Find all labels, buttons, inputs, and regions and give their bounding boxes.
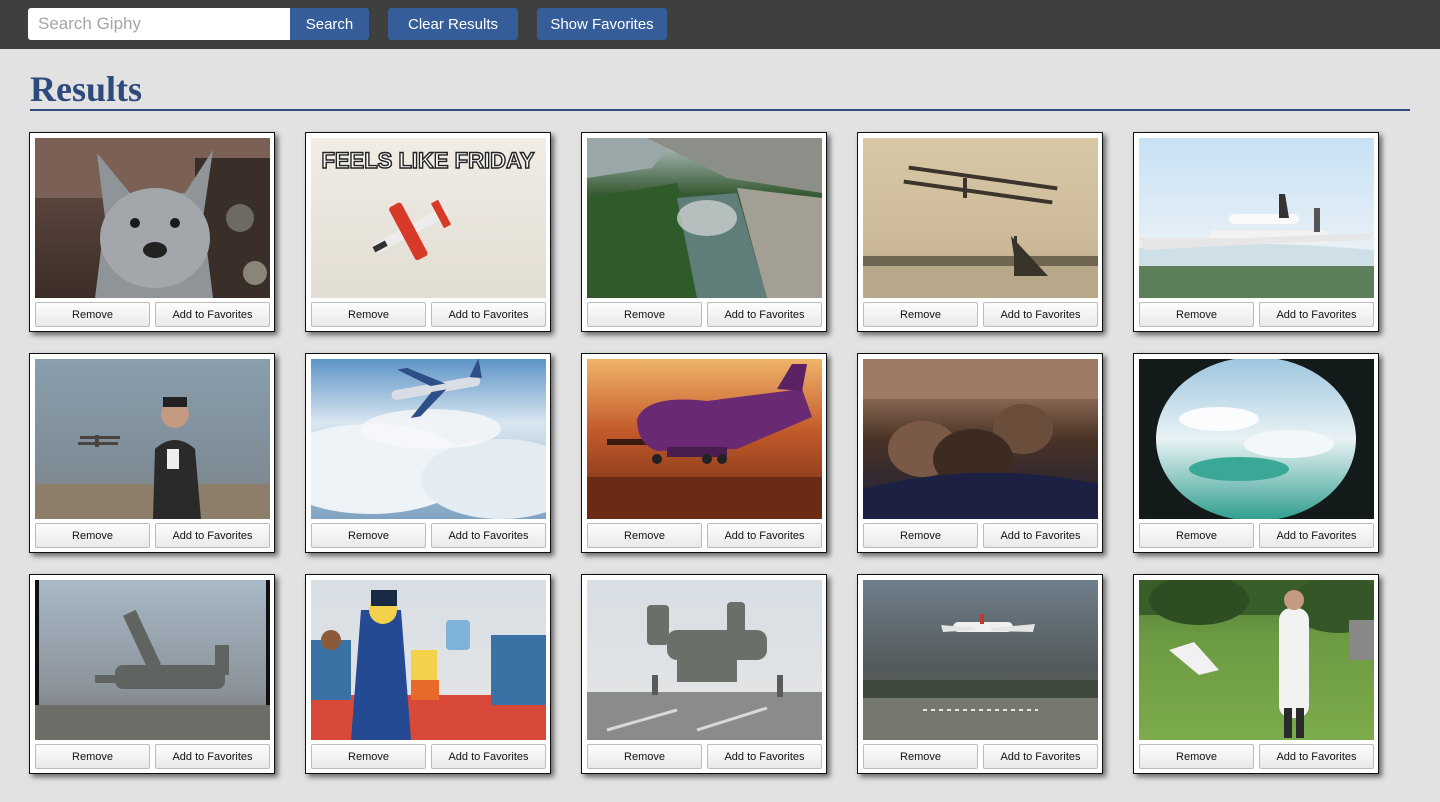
gif-thumbnail: FEELS LIKE FRIDAY xyxy=(311,138,546,298)
gif-thumbnail xyxy=(311,580,546,740)
result-card: Remove Add to Favorites xyxy=(1133,353,1379,553)
search-input[interactable] xyxy=(28,8,290,40)
remove-button[interactable]: Remove xyxy=(587,302,702,327)
remove-button[interactable]: Remove xyxy=(863,523,978,548)
result-card: Remove Add to Favorites xyxy=(305,353,551,553)
top-bar: Search Clear Results Show Favorites xyxy=(0,0,1440,49)
search-button[interactable]: Search xyxy=(290,8,369,40)
gif-thumbnail xyxy=(587,138,822,298)
result-card: Remove Add to Favorites xyxy=(305,574,551,774)
remove-button[interactable]: Remove xyxy=(311,302,426,327)
result-card: Remove Add to Favorites xyxy=(857,132,1103,332)
title-divider xyxy=(30,109,1410,111)
result-card: Remove Add to Favorites xyxy=(29,574,275,774)
page-title: Results xyxy=(30,69,143,109)
gif-thumbnail xyxy=(311,359,546,519)
remove-button[interactable]: Remove xyxy=(587,523,702,548)
add-to-favorites-button[interactable]: Add to Favorites xyxy=(1259,744,1374,769)
add-to-favorites-button[interactable]: Add to Favorites xyxy=(1259,523,1374,548)
gif-thumbnail xyxy=(863,580,1098,740)
result-card: Remove Add to Favorites xyxy=(857,574,1103,774)
remove-button[interactable]: Remove xyxy=(1139,302,1254,327)
add-to-favorites-button[interactable]: Add to Favorites xyxy=(431,302,546,327)
remove-button[interactable]: Remove xyxy=(35,302,150,327)
gif-thumbnail xyxy=(1139,138,1374,298)
result-card: Remove Add to Favorites xyxy=(581,132,827,332)
result-card: Remove Add to Favorites xyxy=(1133,574,1379,774)
add-to-favorites-button[interactable]: Add to Favorites xyxy=(707,523,822,548)
add-to-favorites-button[interactable]: Add to Favorites xyxy=(983,744,1098,769)
remove-button[interactable]: Remove xyxy=(863,302,978,327)
add-to-favorites-button[interactable]: Add to Favorites xyxy=(431,523,546,548)
remove-button[interactable]: Remove xyxy=(311,523,426,548)
add-to-favorites-button[interactable]: Add to Favorites xyxy=(983,523,1098,548)
remove-button[interactable]: Remove xyxy=(311,744,426,769)
gif-thumbnail xyxy=(35,359,270,519)
result-card: FEELS LIKE FRIDAY Remove Add to Favorites xyxy=(305,132,551,332)
gif-thumbnail xyxy=(587,580,822,740)
result-card: Remove Add to Favorites xyxy=(1133,132,1379,332)
remove-button[interactable]: Remove xyxy=(1139,523,1254,548)
gif-thumbnail xyxy=(863,138,1098,298)
show-favorites-button[interactable]: Show Favorites xyxy=(537,8,667,40)
gif-thumbnail xyxy=(1139,580,1374,740)
gif-thumbnail xyxy=(587,359,822,519)
result-card: Remove Add to Favorites xyxy=(581,353,827,553)
result-card: Remove Add to Favorites xyxy=(29,353,275,553)
add-to-favorites-button[interactable]: Add to Favorites xyxy=(707,302,822,327)
svg-text:FEELS LIKE FRIDAY: FEELS LIKE FRIDAY xyxy=(321,148,534,173)
add-to-favorites-button[interactable]: Add to Favorites xyxy=(155,744,270,769)
result-card: Remove Add to Favorites xyxy=(857,353,1103,553)
add-to-favorites-button[interactable]: Add to Favorites xyxy=(707,744,822,769)
add-to-favorites-button[interactable]: Add to Favorites xyxy=(1259,302,1374,327)
gif-thumbnail xyxy=(35,138,270,298)
add-to-favorites-button[interactable]: Add to Favorites xyxy=(155,523,270,548)
result-card: Remove Add to Favorites xyxy=(29,132,275,332)
result-card: Remove Add to Favorites xyxy=(581,574,827,774)
remove-button[interactable]: Remove xyxy=(587,744,702,769)
clear-results-button[interactable]: Clear Results xyxy=(388,8,518,40)
remove-button[interactable]: Remove xyxy=(863,744,978,769)
add-to-favorites-button[interactable]: Add to Favorites xyxy=(983,302,1098,327)
gif-thumbnail xyxy=(863,359,1098,519)
add-to-favorites-button[interactable]: Add to Favorites xyxy=(155,302,270,327)
remove-button[interactable]: Remove xyxy=(1139,744,1254,769)
gif-thumbnail xyxy=(1139,359,1374,519)
add-to-favorites-button[interactable]: Add to Favorites xyxy=(431,744,546,769)
gif-thumbnail xyxy=(35,580,270,740)
remove-button[interactable]: Remove xyxy=(35,523,150,548)
remove-button[interactable]: Remove xyxy=(35,744,150,769)
